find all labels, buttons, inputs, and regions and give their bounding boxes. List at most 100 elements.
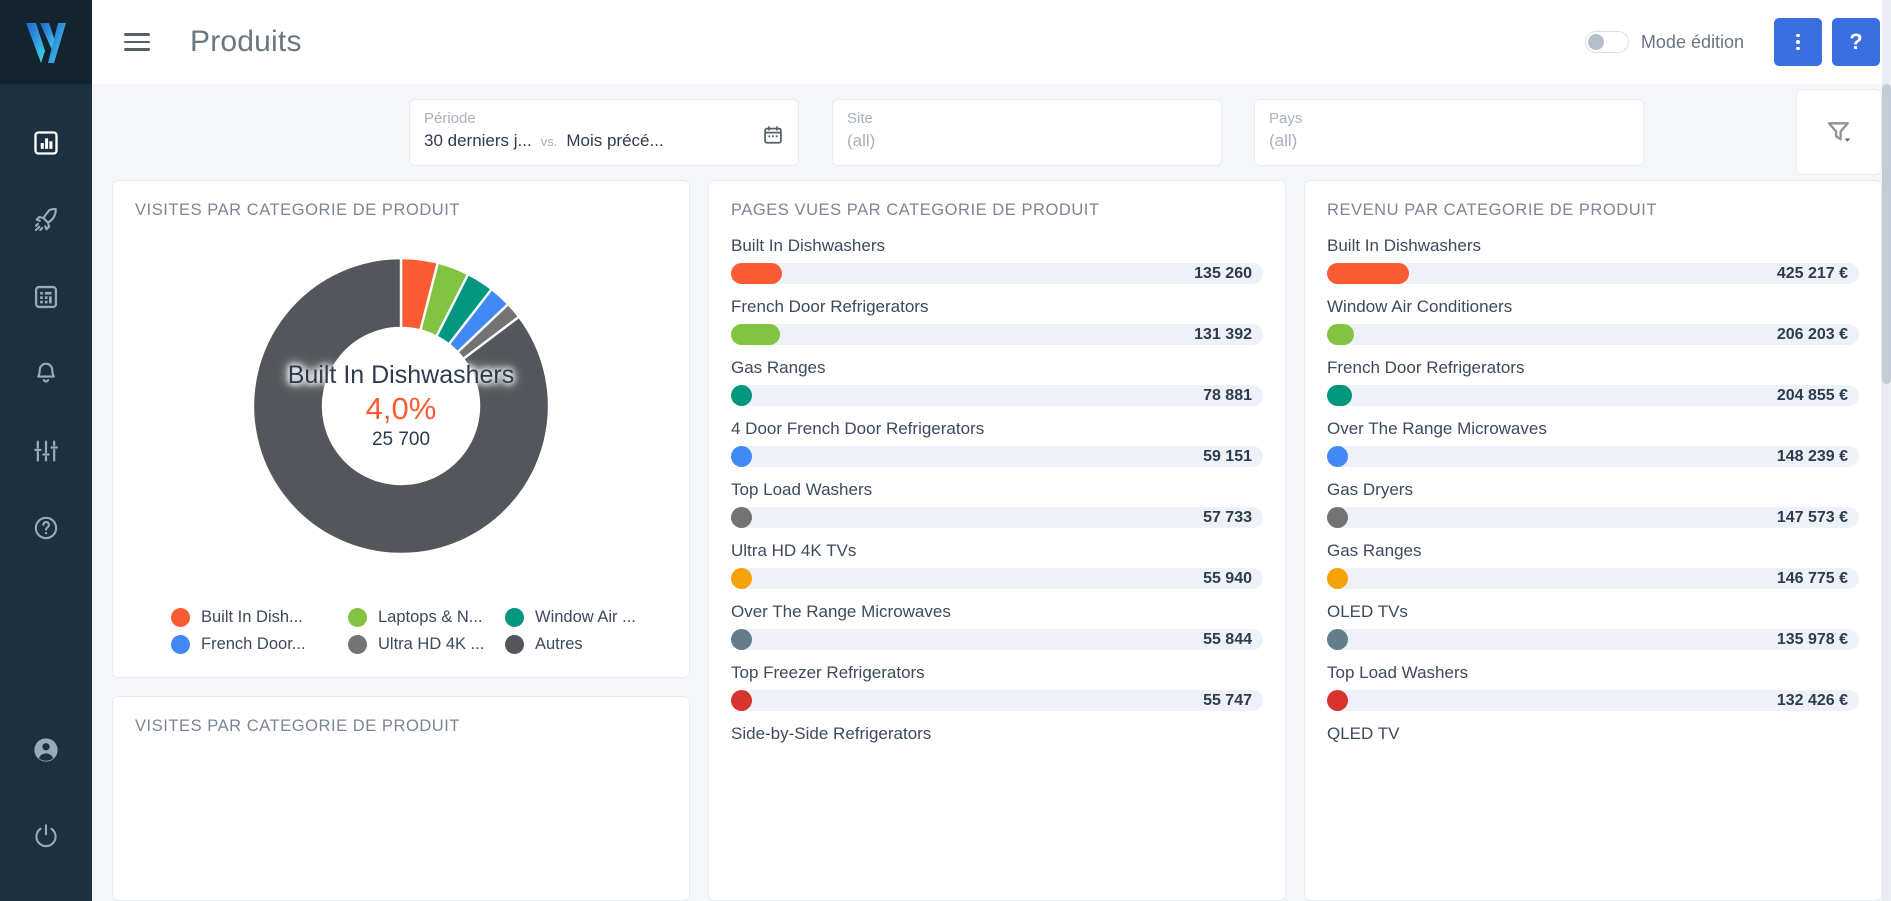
bar-value-label: 132 426 € bbox=[1776, 692, 1848, 709]
bar-track: 146 775 € bbox=[1327, 568, 1859, 589]
sliders-icon bbox=[34, 440, 58, 461]
bar-row[interactable]: Side-by-Side Refrigerators bbox=[731, 724, 1263, 744]
bar-row[interactable]: Over The Range Microwaves 148 239 € bbox=[1327, 419, 1859, 467]
column-middle: PAGES VUES PAR CATEGORIE DE PRODUIT Buil… bbox=[708, 180, 1286, 901]
legend-item[interactable]: French Door... bbox=[171, 635, 348, 654]
topbar: Produits Mode édition ? bbox=[92, 0, 1891, 84]
bar-row[interactable]: Top Freezer Refrigerators 55 747 bbox=[731, 663, 1263, 711]
help-button[interactable]: ? bbox=[1832, 18, 1880, 66]
bar-row[interactable]: Top Load Washers 57 733 bbox=[731, 480, 1263, 528]
page-scrollbar[interactable] bbox=[1882, 0, 1891, 901]
sidebar-item-help[interactable] bbox=[0, 489, 92, 566]
bar-fill bbox=[731, 507, 752, 528]
power-icon bbox=[35, 824, 57, 848]
bar-fill bbox=[731, 446, 752, 467]
revenue-title: REVENU PAR CATEGORIE DE PRODUIT bbox=[1327, 201, 1657, 219]
sidebar-item-logout[interactable] bbox=[0, 793, 92, 879]
edit-mode-toggle[interactable] bbox=[1584, 31, 1629, 53]
bar-value-label: 204 855 € bbox=[1776, 387, 1848, 404]
bar-fill bbox=[731, 568, 752, 589]
bar-row[interactable]: Top Load Washers 132 426 € bbox=[1327, 663, 1859, 711]
sidebar-item-account[interactable] bbox=[0, 707, 92, 793]
site-filter-value: (all) bbox=[847, 130, 876, 150]
pageviews-bar-list: Built In Dishwashers 135 260 French Door R… bbox=[731, 236, 1263, 744]
country-filter[interactable]: Pays (all) bbox=[1254, 98, 1644, 166]
visits-second-panel: VISITES PAR CATEGORIE DE PRODUIT bbox=[112, 696, 690, 901]
bar-fill bbox=[731, 263, 782, 284]
bar-category-label: QLED TV bbox=[1327, 724, 1400, 743]
bar-value-label: 425 217 € bbox=[1776, 265, 1848, 282]
revenue-panel: REVENU PAR CATEGORIE DE PRODUIT Built In… bbox=[1304, 180, 1882, 901]
bar-row[interactable]: Gas Dryers 147 573 € bbox=[1327, 480, 1859, 528]
bar-track: 148 239 € bbox=[1327, 446, 1859, 467]
user-account-icon bbox=[34, 738, 58, 762]
sidebar-item-dashboards[interactable] bbox=[0, 104, 92, 181]
legend-color-swatch bbox=[171, 635, 190, 654]
topbar-actions: Mode édition ? bbox=[1584, 18, 1880, 66]
donut-legend: Built In Dish... Laptops & N... Window Air… bbox=[135, 608, 667, 654]
bar-row[interactable]: Gas Ranges 146 775 € bbox=[1327, 541, 1859, 589]
bar-row[interactable]: Over The Range Microwaves 55 844 bbox=[731, 602, 1263, 650]
bar-fill bbox=[1327, 263, 1410, 284]
bar-fill bbox=[731, 385, 753, 406]
filter-funnel-button[interactable] bbox=[1796, 89, 1882, 175]
hamburger-menu-button[interactable] bbox=[106, 11, 168, 73]
legend-label: Ultra HD 4K ... bbox=[378, 635, 485, 653]
legend-item[interactable]: Autres bbox=[505, 635, 653, 654]
period-filter[interactable]: Période 30 derniers j... vs. Mois précé.… bbox=[409, 98, 799, 166]
legend-item[interactable]: Window Air ... bbox=[505, 608, 653, 627]
sidebar-item-settings[interactable] bbox=[0, 412, 92, 489]
donut-chart[interactable]: Built In Dishwashers 4,0% 25 700 bbox=[135, 226, 667, 598]
bar-row[interactable]: 4 Door French Door Refrigerators 59 151 bbox=[731, 419, 1263, 467]
bar-row[interactable]: Window Air Conditioners 206 203 € bbox=[1327, 297, 1859, 345]
bar-row[interactable]: Gas Ranges 78 881 bbox=[731, 358, 1263, 406]
sidebar-item-campaigns[interactable] bbox=[0, 181, 92, 258]
bar-fill bbox=[1327, 690, 1348, 711]
bar-value-label: 131 392 bbox=[1194, 326, 1252, 343]
panels-container: VISITES PAR CATEGORIE DE PRODUIT Built I… bbox=[92, 180, 1891, 901]
bar-fill bbox=[731, 324, 781, 345]
donut-slices bbox=[251, 256, 551, 556]
bar-track: 57 733 bbox=[731, 507, 1263, 528]
bar-row[interactable]: QLED TV bbox=[1327, 724, 1859, 744]
bar-track: 135 978 € bbox=[1327, 629, 1859, 650]
bar-row[interactable]: French Door Refrigerators 204 855 € bbox=[1327, 358, 1859, 406]
bar-row[interactable]: OLED TVs 135 978 € bbox=[1327, 602, 1859, 650]
bar-row[interactable]: Ultra HD 4K TVs 55 940 bbox=[731, 541, 1263, 589]
bar-track: 55 940 bbox=[731, 568, 1263, 589]
app-logo[interactable] bbox=[0, 0, 92, 84]
bar-fill bbox=[1327, 507, 1348, 528]
edit-mode-label: Mode édition bbox=[1640, 31, 1744, 52]
legend-item[interactable]: Laptops & N... bbox=[348, 608, 505, 627]
bar-category-label: Built In Dishwashers bbox=[1327, 236, 1482, 255]
bar-value-label: 135 978 € bbox=[1776, 631, 1848, 648]
calendar-icon[interactable] bbox=[762, 124, 784, 151]
more-options-button[interactable] bbox=[1774, 18, 1822, 66]
sidebar-bottom-nav bbox=[0, 707, 92, 901]
bell-icon bbox=[37, 362, 55, 382]
bar-fill bbox=[1327, 324, 1354, 345]
bar-row[interactable]: French Door Refrigerators 131 392 bbox=[731, 297, 1263, 345]
page-scrollbar-thumb[interactable] bbox=[1882, 84, 1891, 384]
legend-label: French Door... bbox=[201, 635, 306, 653]
site-filter[interactable]: Site (all) bbox=[832, 98, 1222, 166]
bar-track: 59 151 bbox=[731, 446, 1263, 467]
page-title: Produits bbox=[190, 25, 302, 58]
sidebar-item-reports[interactable] bbox=[0, 258, 92, 335]
bar-row[interactable]: Built In Dishwashers 425 217 € bbox=[1327, 236, 1859, 284]
bar-track: 425 217 € bbox=[1327, 263, 1859, 284]
bar-category-label: Side-by-Side Refrigerators bbox=[731, 724, 932, 743]
bar-value-label: 57 733 bbox=[1203, 509, 1252, 526]
legend-item[interactable]: Ultra HD 4K ... bbox=[348, 635, 505, 654]
dashboard-app: Produits Mode édition ? Période 30 derni… bbox=[0, 0, 1891, 901]
rocket-icon bbox=[34, 207, 57, 231]
bar-track: 135 260 bbox=[731, 263, 1263, 284]
legend-item[interactable]: Built In Dish... bbox=[171, 608, 348, 627]
main-area: Produits Mode édition ? Période 30 derni… bbox=[92, 0, 1891, 901]
bar-chart-icon bbox=[34, 130, 58, 155]
period-filter-values: 30 derniers j... vs. Mois précé... bbox=[424, 131, 784, 151]
sidebar-nav bbox=[0, 104, 92, 566]
bar-row[interactable]: Built In Dishwashers 135 260 bbox=[731, 236, 1263, 284]
bar-category-label: Ultra HD 4K TVs bbox=[731, 541, 857, 560]
sidebar-item-alerts[interactable] bbox=[0, 335, 92, 412]
